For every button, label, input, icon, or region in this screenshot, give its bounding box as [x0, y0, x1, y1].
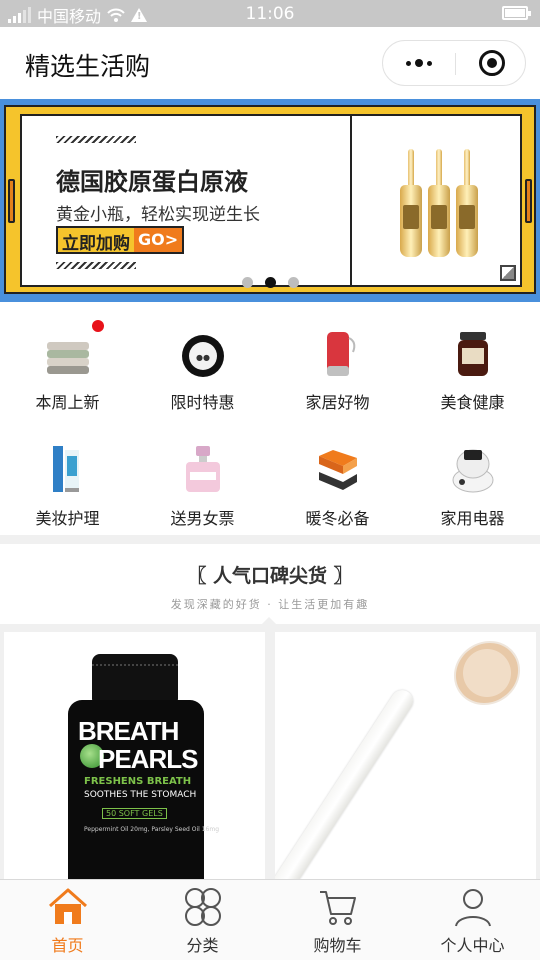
bath-brush-head — [441, 632, 533, 718]
product-claim-1: FRESHENS BREATH — [84, 776, 192, 787]
promo-banner[interactable]: 德国胶原蛋白原液 黄金小瓶，轻松实现逆生长 立即加购 GO> — [0, 99, 540, 302]
category-label: 暖冬必备 — [305, 509, 370, 528]
section-pointer — [262, 617, 276, 624]
tab-home[interactable]: 首页 — [0, 880, 135, 960]
hatch-decoration-bottom — [56, 262, 136, 269]
carousel-indicator — [0, 277, 540, 288]
capsule-divider — [455, 53, 456, 75]
page-title: 精选生活购 — [25, 52, 151, 81]
product-claim-2: SOOTHES THE STOMACH — [84, 790, 197, 800]
bottle-cap — [92, 654, 178, 702]
category-home-appliances[interactable]: 家用电器 — [405, 418, 540, 534]
category-label: 送男女票 — [170, 509, 235, 528]
carousel-dot[interactable] — [287, 277, 299, 288]
clock: 11:06 — [245, 4, 295, 24]
section-title: 〖 人气口碑尖货 〗 — [187, 565, 353, 587]
banner-subtitle: 黄金小瓶，轻松实现逆生长 — [56, 205, 260, 225]
banner-right-handle — [525, 179, 532, 223]
section-header: 〖 人气口碑尖货 〗 发现深藏的好货 · 让生活更加有趣 — [0, 544, 540, 624]
category-label: 家居好物 — [305, 393, 370, 412]
tab-label: 个人中心 — [440, 936, 505, 955]
banner-title: 德国胶原蛋白原液 — [56, 168, 248, 196]
category-label: 家用电器 — [440, 509, 505, 528]
category-label: 美妆护理 — [35, 509, 100, 528]
category-food-health[interactable]: 美食健康 — [405, 302, 540, 418]
svg-text:●●: ●● — [196, 353, 210, 362]
banner-divider — [350, 116, 352, 285]
category-grid: 本周上新 ●● 限时特惠 家居好物 美食健康 美妆护理 送男女票 暖冬必备 家用… — [0, 302, 540, 535]
product-brand-line2: PEARLS — [98, 744, 198, 774]
tab-cart[interactable]: 购物车 — [270, 880, 405, 960]
product-fine-print: Peppermint Oil 20mg, Parsley Seed Oil 16… — [84, 826, 219, 833]
product-card[interactable]: BREATH PEARLS FRESHENS BREATH SOOTHES TH… — [4, 632, 265, 892]
category-new-this-week[interactable]: 本周上新 — [0, 302, 135, 418]
banner-left-handle — [8, 179, 15, 223]
tab-profile[interactable]: 个人中心 — [405, 880, 540, 960]
hatch-decoration-top — [56, 136, 136, 143]
more-options-icon[interactable] — [383, 41, 455, 85]
compact-powder-icon: ●● — [182, 335, 224, 377]
user-icon — [455, 889, 491, 927]
tab-category[interactable]: 分类 — [135, 880, 270, 960]
tab-bar: 首页 分类 购物车 个人中心 — [0, 879, 540, 960]
speaker-icon — [327, 332, 356, 376]
bath-brush-handle — [275, 686, 418, 892]
banner-content: 德国胶原蛋白原液 黄金小瓶，轻松实现逆生长 立即加购 GO> — [20, 114, 522, 287]
category-icon — [185, 888, 221, 926]
ampoule-image — [400, 149, 422, 257]
category-limited-deal[interactable]: ●● 限时特惠 — [135, 302, 270, 418]
product-card[interactable] — [275, 632, 536, 892]
navigation-bar: 精选生活购 — [0, 27, 540, 99]
skincare-tube-icon — [53, 446, 79, 492]
tab-label: 首页 — [51, 936, 84, 955]
tab-label: 分类 — [186, 936, 219, 955]
product-count-badge: 50 SOFT GELS — [102, 808, 167, 819]
jar-icon — [458, 332, 488, 376]
battery-icon — [502, 6, 531, 20]
category-label: 美食健康 — [440, 393, 505, 412]
ampoule-image — [456, 149, 478, 257]
category-home-goods[interactable]: 家居好物 — [270, 302, 405, 418]
tab-label: 购物车 — [313, 936, 362, 955]
status-bar: 中国移动 ! 11:06 — [0, 0, 540, 27]
buy-now-label: 立即加购 — [58, 228, 134, 254]
product-brand-line1: BREATH — [78, 716, 179, 746]
category-gifts[interactable]: 送男女票 — [135, 418, 270, 534]
steamer-icon — [452, 449, 494, 493]
banner-frame: 德国胶原蛋白原液 黄金小瓶，轻松实现逆生长 立即加购 GO> — [4, 105, 536, 294]
new-badge-dot — [92, 320, 104, 332]
category-winter-essentials[interactable]: 暖冬必备 — [270, 418, 405, 534]
close-mini-program-icon[interactable] — [479, 50, 505, 76]
carousel-dot-active[interactable] — [264, 277, 276, 288]
mini-program-capsule — [382, 40, 526, 86]
carousel-dot[interactable] — [241, 277, 253, 288]
ampoule-image — [428, 149, 450, 257]
cart-icon — [320, 891, 356, 925]
go-label: GO> — [134, 228, 183, 252]
category-label: 限时特惠 — [170, 393, 235, 412]
category-label: 本周上新 — [35, 393, 100, 412]
breath-pearls-bottle-image: BREATH PEARLS FRESHENS BREATH SOOTHES TH… — [68, 654, 219, 892]
buy-now-button[interactable]: 立即加购 GO> — [56, 226, 185, 254]
section-subtitle: 发现深藏的好货 · 让生活更加有趣 — [170, 598, 370, 611]
folded-clothes-icon — [319, 450, 357, 490]
towels-icon — [47, 342, 89, 374]
category-beauty-care[interactable]: 美妆护理 — [0, 418, 135, 534]
home-icon — [49, 888, 87, 924]
perfume-icon — [186, 446, 220, 492]
